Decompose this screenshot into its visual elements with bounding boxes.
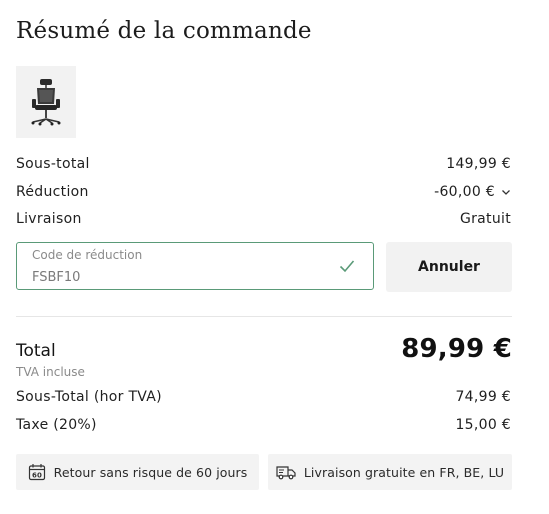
tax-row: Taxe (20%) 15,00 € bbox=[16, 417, 511, 433]
discount-code-input[interactable] bbox=[32, 270, 292, 285]
net-subtotal-row: Sous-Total (hor TVA) 74,99 € bbox=[16, 389, 511, 405]
free-shipping-badge-label: Livraison gratuite en FR, BE, LU bbox=[303, 464, 505, 480]
discount-value: -60,00 € bbox=[434, 184, 495, 200]
subtotal-value: 149,99 € bbox=[446, 156, 511, 172]
discount-row: Réduction -60,00 € bbox=[16, 184, 511, 200]
net-subtotal-label: Sous-Total (hor TVA) bbox=[16, 389, 162, 405]
tax-value: 15,00 € bbox=[455, 417, 511, 433]
subtotal-label: Sous-total bbox=[16, 156, 90, 172]
check-icon bbox=[339, 260, 355, 273]
total-value: 89,99 € bbox=[401, 334, 512, 364]
calendar-60-icon: 60 bbox=[28, 464, 45, 481]
tax-label: Taxe (20%) bbox=[16, 417, 97, 433]
truck-icon bbox=[276, 466, 296, 480]
shipping-value: Gratuit bbox=[459, 211, 511, 227]
svg-text:60: 60 bbox=[32, 472, 42, 480]
discount-code-field[interactable]: Code de réduction bbox=[16, 242, 374, 290]
shipping-label: Livraison bbox=[16, 211, 82, 227]
chevron-down-icon bbox=[502, 190, 510, 195]
shipping-row: Livraison Gratuit bbox=[16, 211, 511, 227]
free-shipping-badge: Livraison gratuite en FR, BE, LU bbox=[268, 454, 512, 490]
returns-badge-label: Retour sans risque de 60 jours bbox=[53, 464, 248, 480]
total-label: Total bbox=[16, 341, 56, 361]
net-subtotal-value: 74,99 € bbox=[455, 389, 511, 405]
divider bbox=[16, 316, 512, 317]
cancel-button[interactable]: Annuler bbox=[386, 242, 512, 292]
office-chair-image bbox=[31, 79, 61, 126]
discount-code-label: Code de réduction bbox=[32, 248, 143, 262]
subtotal-row: Sous-total 149,99 € bbox=[16, 156, 511, 172]
page-title: Résumé de la commande bbox=[16, 18, 312, 44]
vat-note: TVA incluse bbox=[16, 365, 85, 379]
discount-label: Réduction bbox=[16, 184, 89, 200]
product-thumbnail[interactable] bbox=[16, 66, 76, 138]
returns-badge: 60 Retour sans risque de 60 jours bbox=[16, 454, 259, 490]
discount-toggle[interactable]: -60,00 € bbox=[434, 184, 511, 200]
